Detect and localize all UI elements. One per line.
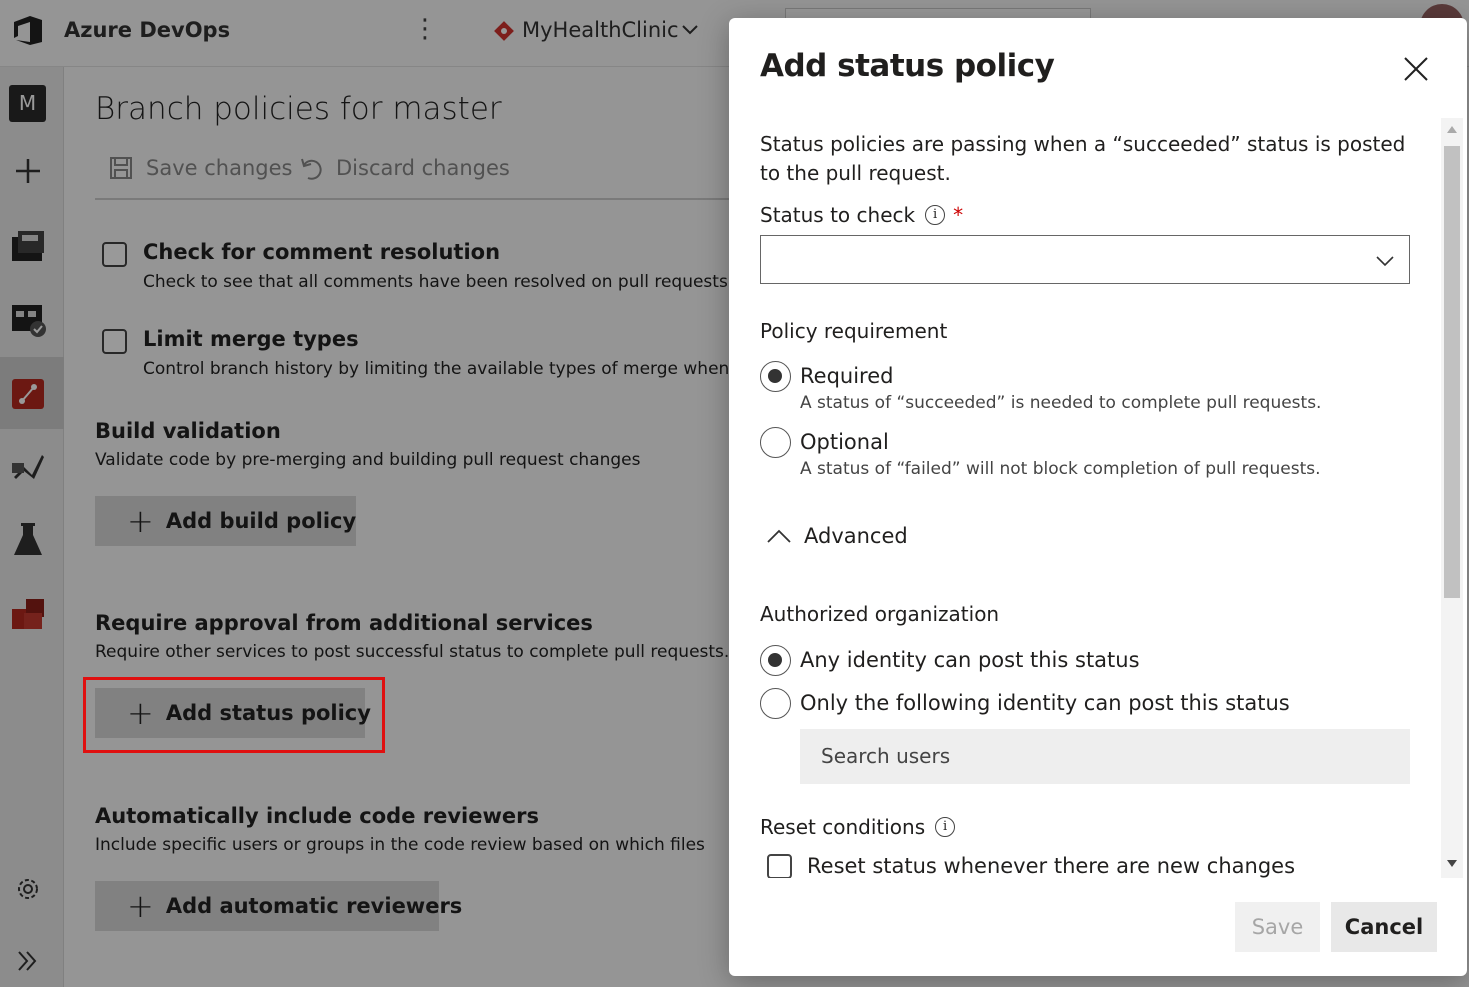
required-asterisk: *: [953, 203, 964, 227]
add-status-policy-dialog: Add status policy Status policies are pa…: [729, 18, 1467, 976]
reset-status-checkbox[interactable]: [767, 854, 792, 878]
dialog-scrollbar[interactable]: [1441, 118, 1463, 878]
specific-identity-label[interactable]: Only the following identity can post thi…: [800, 691, 1290, 715]
status-to-check-text: Status to check: [760, 203, 916, 227]
cancel-button[interactable]: Cancel: [1331, 902, 1437, 952]
any-identity-radio[interactable]: [760, 645, 791, 676]
scroll-up-icon[interactable]: [1447, 126, 1457, 133]
advanced-toggle[interactable]: Advanced: [766, 524, 908, 548]
required-radio[interactable]: [760, 361, 791, 392]
required-description: A status of “succeeded” is needed to com…: [800, 393, 1322, 413]
reset-conditions-text: Reset conditions: [760, 815, 926, 839]
status-to-check-label: Status to check i *: [760, 203, 963, 227]
dialog-body: Status policies are passing when a “succ…: [729, 118, 1467, 878]
info-icon[interactable]: i: [925, 205, 946, 225]
optional-description: A status of “failed” will not block comp…: [800, 459, 1321, 479]
reset-conditions-label: Reset conditions i: [760, 815, 956, 839]
close-icon[interactable]: [1401, 54, 1431, 84]
specific-identity-radio[interactable]: [760, 688, 791, 719]
info-icon[interactable]: i: [935, 817, 956, 837]
reset-status-label[interactable]: Reset status whenever there are new chan…: [807, 854, 1295, 878]
save-button[interactable]: Save: [1235, 902, 1320, 952]
chevron-down-icon: [1376, 256, 1394, 267]
search-users-input[interactable]: Search users: [800, 729, 1410, 784]
optional-radio[interactable]: [760, 427, 791, 458]
scroll-down-icon[interactable]: [1447, 860, 1457, 867]
authorized-organization-label: Authorized organization: [760, 602, 1000, 626]
scrollbar-thumb[interactable]: [1444, 146, 1460, 598]
chevron-up-icon: [767, 529, 791, 543]
dialog-title: Add status policy: [760, 48, 1055, 84]
required-label[interactable]: Required: [800, 364, 893, 388]
advanced-label: Advanced: [804, 524, 908, 548]
optional-label[interactable]: Optional: [800, 430, 889, 454]
status-to-check-dropdown[interactable]: [760, 235, 1410, 284]
policy-requirement-label: Policy requirement: [760, 319, 948, 343]
dialog-intro: Status policies are passing when a “succ…: [760, 132, 1406, 185]
annotation-highlight-box: [83, 677, 385, 753]
any-identity-label[interactable]: Any identity can post this status: [800, 648, 1140, 672]
